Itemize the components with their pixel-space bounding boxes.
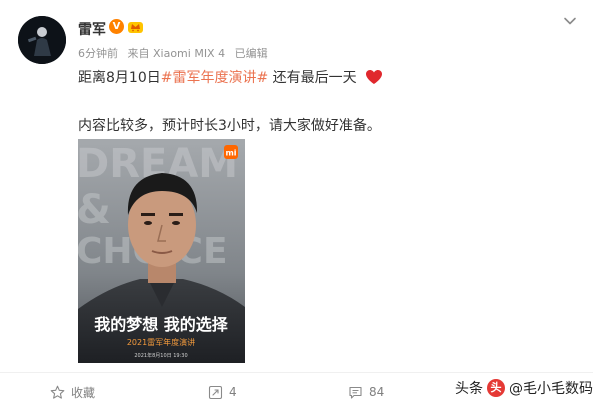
post-text-line2: 内容比较多，预计时长3小时，请大家做好准备。	[78, 118, 381, 134]
comment-button[interactable]: 84	[348, 383, 384, 401]
heart-icon	[366, 70, 383, 84]
post-text-line1: 距离8月10日#雷军年度演讲# 还有最后一天	[78, 67, 383, 87]
poster-footer: 2021年8月10日 19:30	[134, 352, 187, 359]
post-image[interactable]: DREAM & CHOICE mi 我的梦想 我的选择 2021雷军年度演讲 2…	[78, 139, 245, 363]
repost-count: 4	[229, 385, 237, 399]
topic-link[interactable]: #雷军年度演讲#	[161, 70, 268, 86]
comment-count: 84	[369, 385, 385, 399]
repost-button[interactable]: 4	[208, 383, 237, 401]
avatar[interactable]	[18, 16, 66, 64]
edited-label[interactable]: 已编辑	[235, 47, 268, 60]
watermark: 头条 头 @毛小毛数码	[455, 378, 593, 398]
toutiao-logo-icon: 头	[487, 379, 505, 397]
author-name[interactable]: 雷军	[78, 19, 106, 39]
favorite-label: 收藏	[71, 385, 96, 400]
poster-headline: 我的梦想 我的选择	[94, 315, 229, 334]
chevron-down-icon[interactable]	[563, 14, 577, 28]
post-text-suffix: 还有最后一天	[268, 70, 357, 86]
post-time[interactable]: 6分钟前	[78, 47, 118, 60]
poster-subtitle: 2021雷军年度演讲	[127, 337, 195, 347]
divider	[0, 372, 593, 373]
comment-icon	[349, 386, 362, 399]
vip-crown-icon	[128, 22, 143, 33]
watermark-handle: @毛小毛数码	[509, 381, 593, 397]
star-icon	[50, 385, 65, 399]
mi-logo: mi	[225, 149, 236, 158]
favorite-button[interactable]: 收藏	[50, 383, 95, 401]
watermark-platform: 头条	[455, 381, 483, 397]
poster-bg-word-2: &	[78, 187, 111, 233]
repost-icon	[208, 385, 223, 399]
post-source: 来自 Xiaomi MIX 4	[127, 47, 226, 60]
post-text-prefix: 距离8月10日	[78, 70, 161, 86]
post-meta: 6分钟前 来自 Xiaomi MIX 4 已编辑	[78, 45, 274, 61]
verified-badge: V	[109, 19, 124, 34]
